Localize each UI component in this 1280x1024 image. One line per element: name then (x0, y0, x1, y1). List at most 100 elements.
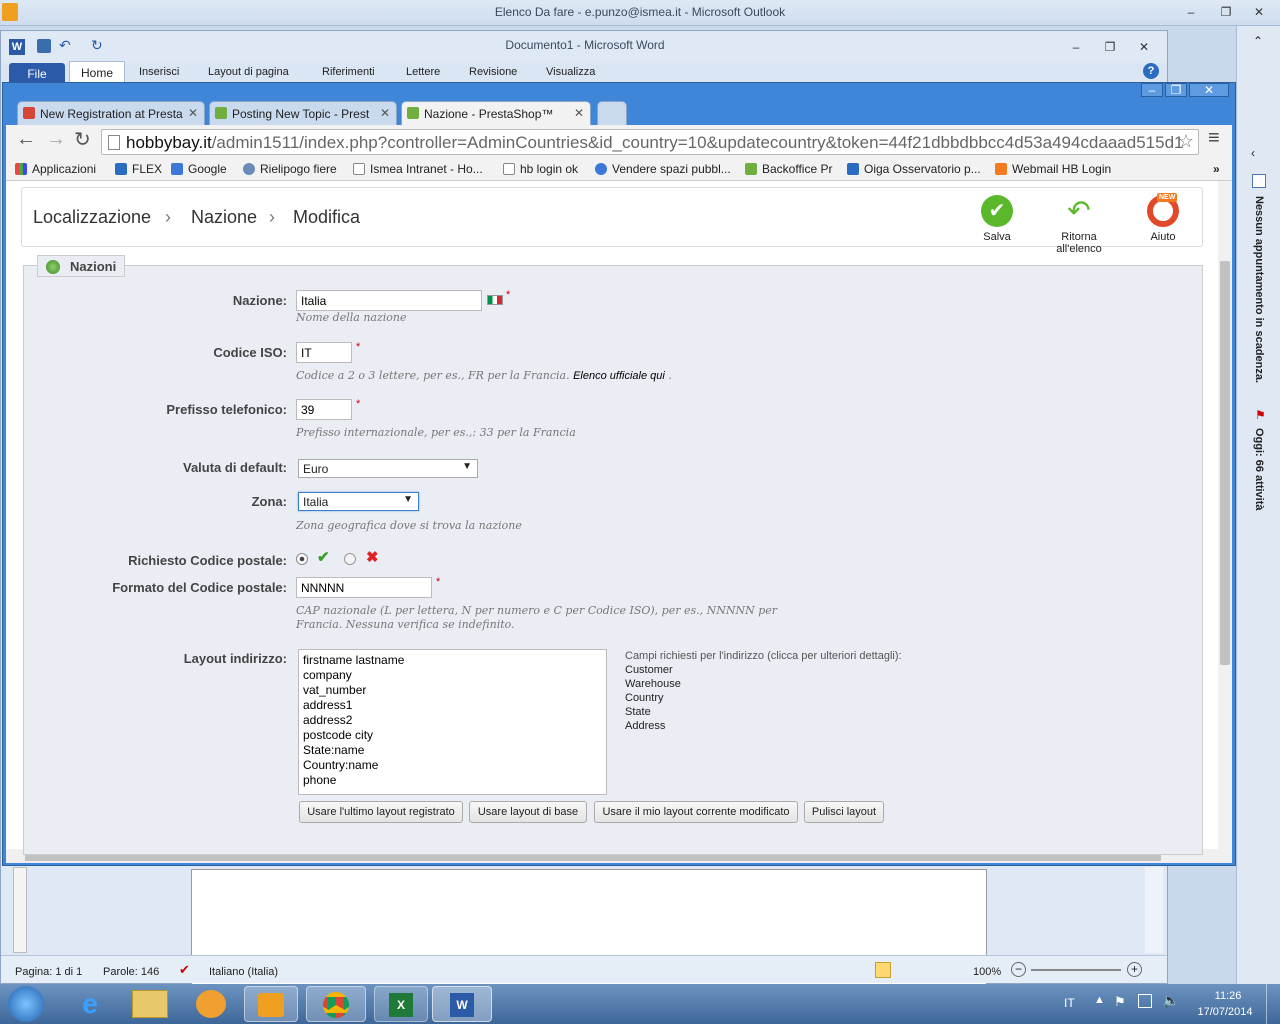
bookmark-ismea[interactable]: Ismea Intranet - Ho... (353, 162, 483, 176)
phone-prefix-input[interactable]: 39 (296, 399, 352, 420)
required-field-link[interactable]: Address (625, 719, 925, 733)
bookmark-flex[interactable]: FLEX (115, 162, 162, 176)
tab-visualizza[interactable]: Visualizza (546, 66, 595, 78)
print-layout-icon[interactable] (875, 962, 891, 978)
language-indicator[interactable]: IT (1064, 996, 1075, 1010)
zip-format-input[interactable]: NNNNN (296, 577, 432, 598)
bookmark-webmail[interactable]: Webmail HB Login (995, 162, 1111, 176)
address-bar[interactable]: hobbybay.it/admin1511/index.php?controll… (101, 129, 1199, 155)
language-indicator[interactable]: Italiano (Italia) (209, 966, 278, 978)
use-last-layout-button[interactable]: Usare l'ultimo layout registrato (299, 801, 463, 823)
bookmark-hb-login[interactable]: hb login ok (503, 162, 578, 176)
zoom-slider[interactable] (1031, 969, 1121, 971)
chrome-restore-button[interactable]: ❐ (1165, 83, 1187, 97)
chrome-taskbar-button[interactable] (306, 986, 366, 1022)
breadcrumb-nazione[interactable]: Nazione (191, 207, 257, 228)
close-tab-icon[interactable]: ✕ (188, 106, 198, 120)
zip-required-label: Richiesto Codice postale: (128, 553, 287, 568)
name-input[interactable]: Italia (296, 290, 482, 311)
use-current-layout-button[interactable]: Usare il mio layout corrente modificato (594, 801, 798, 823)
word-close-button[interactable]: ✕ (1133, 39, 1155, 55)
appointments-note: Nessun appuntamento in scadenza. (1253, 196, 1265, 384)
chevron-left-icon[interactable]: ‹ (1251, 146, 1255, 160)
bookmark-label: Backoffice Pr (762, 162, 833, 176)
file-explorer-icon[interactable] (132, 990, 168, 1018)
layout-line: company (303, 668, 352, 682)
scrollbar-thumb[interactable] (1220, 261, 1230, 665)
bookmark-backoffice[interactable]: Backoffice Pr (745, 162, 832, 176)
word-count[interactable]: Parole: 146 (103, 966, 159, 978)
bookmark-applicazioni[interactable]: Applicazioni (15, 162, 96, 176)
bookmarks-overflow-icon[interactable]: » (1213, 162, 1220, 176)
chrome-close-button[interactable]: ✕ (1189, 83, 1229, 97)
close-tab-icon[interactable]: ✕ (574, 106, 584, 120)
help-icon[interactable]: ? (1143, 63, 1159, 79)
required-field-link[interactable]: Warehouse (625, 677, 925, 691)
chevron-up-icon[interactable]: ⌃ (1253, 34, 1263, 48)
official-list-link[interactable]: Elenco ufficiale qui (573, 370, 665, 382)
browser-tab-nazione[interactable]: Nazione - PrestaShop™ ✕ (401, 101, 591, 125)
currency-select[interactable]: Euro ▼ (298, 459, 478, 478)
proofing-icon[interactable]: ✔ (179, 962, 190, 978)
browser-tab-gmail[interactable]: New Registration at Presta ✕ (17, 101, 205, 125)
close-tab-icon[interactable]: ✕ (380, 106, 390, 120)
required-field-link[interactable]: Customer (625, 663, 925, 677)
excel-taskbar-button[interactable]: X (374, 986, 428, 1022)
back-arrow-icon[interactable]: ← (16, 128, 36, 151)
help-button[interactable]: Aiuto (1123, 195, 1203, 243)
page-count[interactable]: Pagina: 1 di 1 (15, 966, 82, 978)
bookmark-star-icon[interactable]: ☆ (1178, 131, 1194, 152)
word-taskbar-button[interactable]: W (432, 986, 492, 1022)
browser-tab-posting[interactable]: Posting New Topic - Prest ✕ (209, 101, 397, 125)
zip-required-yes-radio[interactable] (296, 553, 308, 565)
outlook-taskbar-button[interactable] (244, 986, 298, 1022)
save-button[interactable]: ✔ Salva (957, 195, 1037, 243)
volume-icon[interactable]: 🔈 (1162, 992, 1179, 1009)
minimize-button[interactable]: – (1180, 4, 1202, 20)
media-player-icon[interactable] (196, 990, 226, 1018)
tab-lettere[interactable]: Lettere (406, 66, 440, 78)
word-restore-button[interactable]: ❐ (1099, 39, 1121, 55)
required-field-link[interactable]: Country (625, 691, 925, 705)
italy-flag-icon[interactable] (487, 295, 503, 305)
bookmark-rielipogo[interactable]: Rielipogo fiere (243, 162, 337, 176)
network-icon[interactable] (1138, 994, 1152, 1008)
zip-required-no-radio[interactable] (344, 553, 356, 565)
reload-icon[interactable]: ↻ (74, 127, 91, 152)
chrome-minimize-button[interactable]: – (1141, 83, 1163, 97)
close-button[interactable]: ✕ (1248, 4, 1270, 20)
breadcrumb-localizzazione[interactable]: Localizzazione (33, 207, 151, 228)
required-field-link[interactable]: State (625, 705, 925, 719)
new-tab-button[interactable] (597, 101, 627, 125)
zoom-out-button[interactable]: − (1011, 962, 1026, 977)
bookmark-vendere[interactable]: Vendere spazi pubbl... (595, 162, 731, 176)
show-desktop-button[interactable] (1266, 984, 1280, 1024)
zoom-in-button[interactable]: + (1127, 962, 1142, 977)
use-default-layout-button[interactable]: Usare layout di base (469, 801, 587, 823)
bookmark-google[interactable]: Google (171, 162, 227, 176)
bookmark-label: FLEX (132, 162, 163, 176)
tab-inserisci[interactable]: Inserisci (139, 66, 179, 78)
clock-time[interactable]: 11:26 (1196, 990, 1260, 1002)
zoom-level[interactable]: 100% (973, 966, 1001, 978)
zone-select[interactable]: Italia ▼ (298, 492, 419, 511)
word-minimize-button[interactable]: – (1065, 39, 1087, 55)
clear-layout-button[interactable]: Pulisci layout (804, 801, 884, 823)
chrome-menu-icon[interactable]: ≡ (1208, 127, 1220, 150)
forward-arrow-icon[interactable]: → (46, 128, 66, 151)
clock-date[interactable]: 17/07/2014 (1190, 1006, 1260, 1018)
tab-riferimenti[interactable]: Riferimenti (322, 66, 375, 78)
action-center-flag-icon[interactable]: ⚑ (1114, 994, 1126, 1010)
show-hidden-icons[interactable]: ▲ (1094, 994, 1105, 1006)
start-button[interactable] (8, 986, 44, 1022)
tab-layout-di-pagina[interactable]: Layout di pagina (208, 66, 289, 78)
word-scrollbar[interactable] (1145, 867, 1163, 953)
back-to-list-button[interactable]: ↶ Ritorna all'elenco (1039, 195, 1119, 255)
iso-code-input[interactable]: IT (296, 342, 352, 363)
layout-line: address1 (303, 698, 353, 712)
internet-explorer-icon[interactable]: e (68, 988, 112, 1020)
address-layout-textarea[interactable]: firstname lastname company vat_number ad… (298, 649, 607, 795)
tab-revisione[interactable]: Revisione (469, 66, 517, 78)
restore-button[interactable]: ❐ (1215, 4, 1237, 20)
bookmark-oiga[interactable]: Oiga Osservatorio p... (847, 162, 981, 176)
